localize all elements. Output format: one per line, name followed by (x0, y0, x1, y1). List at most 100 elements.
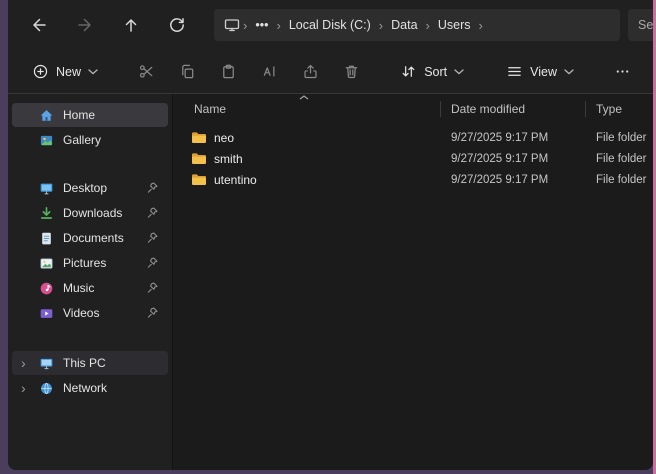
view-button[interactable]: View (496, 56, 584, 88)
forward-button[interactable] (68, 8, 102, 42)
file-name: neo (214, 131, 234, 145)
file-list-pane: Name Date modified Type neo 9/27/2025 9:… (172, 94, 653, 470)
sidebar-item-label: Music (63, 281, 94, 295)
music-icon (38, 280, 54, 296)
sidebar-item-label: Documents (63, 231, 124, 245)
sidebar-item-label: Gallery (63, 133, 101, 147)
up-arrow-icon (122, 16, 140, 34)
new-button[interactable]: New (22, 56, 108, 88)
folder-icon (191, 131, 207, 144)
column-header-name[interactable]: Name (173, 98, 441, 120)
tree-expander-icon[interactable]: › (18, 381, 38, 395)
folder-icon (191, 173, 207, 186)
unpin-icon[interactable] (146, 181, 159, 194)
rename-icon (261, 63, 278, 80)
pictures-icon (38, 255, 54, 271)
breadcrumb-item-drive[interactable]: Local Disk (C:) (282, 15, 378, 35)
sidebar-item-label: Videos (63, 306, 99, 320)
gallery-icon (38, 132, 54, 148)
breadcrumb-separator-icon: › (478, 18, 484, 33)
ellipsis-icon (614, 63, 631, 80)
cut-button[interactable] (130, 56, 163, 88)
column-header-date-modified[interactable]: Date modified (441, 98, 586, 120)
file-date-modified: 9/27/2025 9:17 PM (441, 153, 586, 165)
copy-button[interactable] (171, 56, 204, 88)
paste-button[interactable] (212, 56, 245, 88)
sidebar-item-pictures[interactable]: Pictures (12, 251, 168, 275)
refresh-icon (168, 16, 186, 34)
sidebar-item-network[interactable]: › Network (12, 376, 168, 400)
breadcrumb-item-data[interactable]: Data (384, 15, 424, 35)
breadcrumb-overflow-button[interactable]: ••• (248, 15, 275, 35)
sidebar-item-label: Home (63, 108, 95, 122)
sort-button[interactable]: Sort (390, 56, 474, 88)
paste-clipboard-icon (220, 63, 237, 80)
downloads-icon (38, 205, 54, 221)
unpin-icon[interactable] (146, 256, 159, 269)
sidebar-item-desktop[interactable]: Desktop (12, 176, 168, 200)
unpin-icon[interactable] (146, 206, 159, 219)
sidebar-item-label: Downloads (63, 206, 122, 220)
trash-icon (343, 63, 360, 80)
file-type: File folder (586, 132, 653, 144)
unpin-icon[interactable] (146, 231, 159, 244)
file-date-modified: 9/27/2025 9:17 PM (441, 174, 586, 186)
copy-icon (179, 63, 196, 80)
desktop-icon (38, 180, 54, 196)
sidebar-item-this-pc[interactable]: › This PC (12, 351, 168, 375)
breadcrumb-separator-icon: › (275, 18, 281, 33)
column-header-type[interactable]: Type (586, 98, 653, 120)
chevron-down-icon (88, 69, 98, 75)
this-pc-icon (38, 355, 54, 371)
breadcrumb-separator-icon: › (425, 18, 431, 33)
share-icon (302, 63, 319, 80)
file-date-modified: 9/27/2025 9:17 PM (441, 132, 586, 144)
documents-icon (38, 230, 54, 246)
new-button-label: New (56, 65, 81, 79)
forward-arrow-icon (76, 16, 94, 34)
unpin-icon[interactable] (146, 281, 159, 294)
sort-arrows-icon (400, 63, 417, 80)
rename-button[interactable] (253, 56, 286, 88)
sidebar-item-label: Network (63, 381, 107, 395)
delete-button[interactable] (335, 56, 368, 88)
view-list-icon (506, 63, 523, 80)
navigation-pane: Home Gallery Desktop (8, 94, 172, 470)
chevron-down-icon (454, 69, 464, 75)
home-icon (38, 107, 54, 123)
more-options-button[interactable] (606, 56, 639, 88)
search-placeholder: Search Users (638, 18, 653, 32)
sidebar-item-gallery[interactable]: Gallery (12, 128, 168, 152)
sort-button-label: Sort (424, 65, 447, 79)
tree-expander-icon[interactable]: › (18, 356, 38, 370)
view-button-label: View (530, 65, 557, 79)
search-input[interactable]: Search Users (628, 9, 653, 41)
sidebar-item-documents[interactable]: Documents (12, 226, 168, 250)
content-area: Home Gallery Desktop (8, 94, 653, 470)
breadcrumb-item-users[interactable]: Users (431, 15, 478, 35)
file-name: smith (214, 152, 243, 166)
unpin-icon[interactable] (146, 306, 159, 319)
file-row-utentino[interactable]: utentino 9/27/2025 9:17 PM File folder (173, 169, 653, 190)
cut-scissors-icon (138, 63, 155, 80)
new-plus-icon (32, 63, 49, 80)
location-device-icon[interactable] (224, 17, 240, 33)
network-icon (38, 380, 54, 396)
file-type: File folder (586, 153, 653, 165)
back-button[interactable] (22, 8, 56, 42)
sidebar-item-label: This PC (63, 356, 106, 370)
sidebar-item-home[interactable]: Home (12, 103, 168, 127)
file-row-neo[interactable]: neo 9/27/2025 9:17 PM File folder (173, 127, 653, 148)
sidebar-item-music[interactable]: Music (12, 276, 168, 300)
address-bar[interactable]: › ••• › Local Disk (C:) › Data › Users › (214, 9, 620, 41)
sidebar-item-downloads[interactable]: Downloads (12, 201, 168, 225)
share-button[interactable] (294, 56, 327, 88)
sidebar-item-videos[interactable]: Videos (12, 301, 168, 325)
folder-icon (191, 152, 207, 165)
sidebar-item-label: Pictures (63, 256, 106, 270)
file-row-smith[interactable]: smith 9/27/2025 9:17 PM File folder (173, 148, 653, 169)
refresh-button[interactable] (160, 8, 194, 42)
videos-icon (38, 305, 54, 321)
chevron-down-icon (564, 69, 574, 75)
up-button[interactable] (114, 8, 148, 42)
